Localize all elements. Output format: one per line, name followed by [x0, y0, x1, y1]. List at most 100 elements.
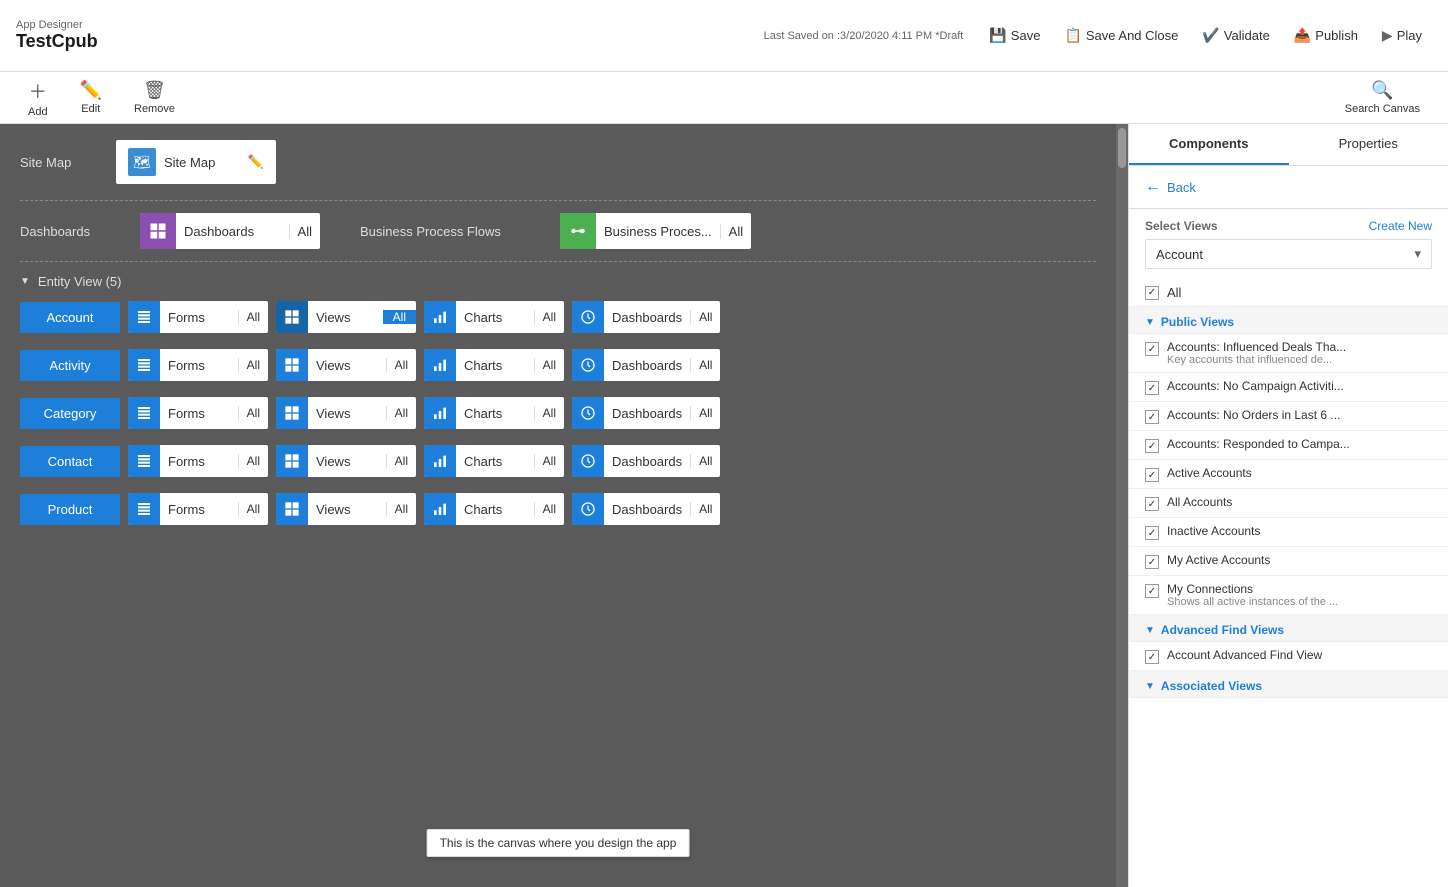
comp-all-views[interactable]: All	[386, 406, 416, 420]
view-item[interactable]: ✓ My Connections Shows all active instan…	[1129, 576, 1448, 615]
view-checkbox[interactable]: ✓	[1145, 381, 1159, 395]
comp-all-dashboards[interactable]: All	[690, 454, 720, 468]
save-button[interactable]: 💾 Save	[979, 23, 1050, 48]
public-views-header[interactable]: ▼ Public Views	[1129, 307, 1448, 334]
entity-account-views[interactable]: ViewsAll	[276, 301, 416, 333]
view-item[interactable]: ✓ Accounts: Responded to Campa...	[1129, 431, 1448, 460]
bpf-component[interactable]: Business Proces... All	[560, 213, 751, 249]
comp-all-dashboards[interactable]: All	[690, 406, 720, 420]
tab-components[interactable]: Components	[1129, 124, 1289, 165]
canvas-scrollbar[interactable]	[1116, 124, 1128, 887]
validate-button[interactable]: ✔️ Validate	[1192, 23, 1279, 48]
view-checkbox[interactable]: ✓	[1145, 650, 1159, 664]
entity-name-product[interactable]: Product	[20, 494, 120, 525]
views-dropdown[interactable]: Account ▾	[1145, 239, 1432, 269]
entity-account-forms[interactable]: FormsAll	[128, 301, 268, 333]
canvas-area[interactable]: Site Map 🗺 Site Map ✏️ Dashboards	[0, 124, 1116, 887]
view-checkbox[interactable]: ✓	[1145, 439, 1159, 453]
entity-product-forms[interactable]: FormsAll	[128, 493, 268, 525]
search-canvas-button[interactable]: 🔍 Search Canvas	[1333, 76, 1432, 119]
entity-view-header[interactable]: ▼ Entity View (5)	[20, 274, 1096, 289]
entity-category-views[interactable]: ViewsAll	[276, 397, 416, 429]
publish-label: Publish	[1315, 28, 1358, 43]
comp-all-charts[interactable]: All	[534, 406, 564, 420]
view-checkbox[interactable]: ✓	[1145, 410, 1159, 424]
bpf-all[interactable]: All	[720, 224, 751, 239]
entity-contact-views[interactable]: ViewsAll	[276, 445, 416, 477]
view-item[interactable]: ✓ Inactive Accounts	[1129, 518, 1448, 547]
entity-name-activity[interactable]: Activity	[20, 350, 120, 381]
remove-button[interactable]: 🗑 Remove	[122, 76, 187, 119]
entity-product-dashboards[interactable]: DashboardsAll	[572, 493, 720, 525]
view-item[interactable]: ✓ Active Accounts	[1129, 460, 1448, 489]
comp-name-dashboards: Dashboards	[604, 502, 690, 517]
publish-button[interactable]: 📤 Publish	[1284, 23, 1368, 48]
comp-all-charts[interactable]: All	[534, 310, 564, 324]
comp-all-forms[interactable]: All	[238, 454, 268, 468]
entity-product-charts[interactable]: ChartsAll	[424, 493, 564, 525]
back-button[interactable]: ← Back	[1129, 166, 1448, 209]
entity-name-category[interactable]: Category	[20, 398, 120, 429]
view-checkbox[interactable]: ✓	[1145, 468, 1159, 482]
view-item[interactable]: ✓ Account Advanced Find View	[1129, 642, 1448, 671]
comp-all-dashboards[interactable]: All	[690, 502, 720, 516]
play-button[interactable]: ▶ Play	[1372, 23, 1432, 48]
view-checkbox[interactable]: ✓	[1145, 555, 1159, 569]
dashboards-all[interactable]: All	[289, 224, 320, 239]
entity-product-views[interactable]: ViewsAll	[276, 493, 416, 525]
all-check-row[interactable]: ✓ All	[1129, 279, 1448, 307]
save-and-close-button[interactable]: 📋 Save And Close	[1054, 23, 1188, 48]
comp-all-charts[interactable]: All	[534, 502, 564, 516]
entity-category-charts[interactable]: ChartsAll	[424, 397, 564, 429]
view-item-name: My Connections	[1167, 582, 1432, 596]
entity-activity-views[interactable]: ViewsAll	[276, 349, 416, 381]
view-checkbox[interactable]: ✓	[1145, 497, 1159, 511]
comp-all-dashboards[interactable]: All	[690, 310, 720, 324]
view-item[interactable]: ✓ Accounts: No Orders in Last 6 ...	[1129, 402, 1448, 431]
view-checkbox[interactable]: ✓	[1145, 526, 1159, 540]
comp-all-views[interactable]: All	[383, 310, 416, 324]
comp-all-forms[interactable]: All	[238, 358, 268, 372]
all-checkbox[interactable]: ✓	[1145, 286, 1159, 300]
create-new-link[interactable]: Create New	[1369, 219, 1432, 233]
view-checkbox[interactable]: ✓	[1145, 584, 1159, 598]
edit-label: Edit	[81, 103, 100, 115]
entity-contact-dashboards[interactable]: DashboardsAll	[572, 445, 720, 477]
sitemap-item[interactable]: 🗺 Site Map ✏️	[116, 140, 276, 184]
view-checkbox[interactable]: ✓	[1145, 342, 1159, 356]
entity-contact-charts[interactable]: ChartsAll	[424, 445, 564, 477]
entity-activity-forms[interactable]: FormsAll	[128, 349, 268, 381]
tab-properties[interactable]: Properties	[1289, 124, 1448, 165]
entity-contact-forms[interactable]: FormsAll	[128, 445, 268, 477]
sitemap-edit-icon[interactable]: ✏️	[248, 154, 264, 170]
view-item-text: Accounts: No Campaign Activiti...	[1167, 379, 1432, 393]
entity-activity-charts[interactable]: ChartsAll	[424, 349, 564, 381]
view-item[interactable]: ✓ Accounts: No Campaign Activiti...	[1129, 373, 1448, 402]
entity-account-charts[interactable]: ChartsAll	[424, 301, 564, 333]
add-button[interactable]: ＋ Add	[16, 74, 60, 122]
associated-views-header[interactable]: ▼ Associated Views	[1129, 671, 1448, 698]
comp-all-views[interactable]: All	[386, 358, 416, 372]
view-item[interactable]: ✓ My Active Accounts	[1129, 547, 1448, 576]
edit-button[interactable]: ✏️ Edit	[68, 76, 114, 119]
comp-all-forms[interactable]: All	[238, 406, 268, 420]
view-item[interactable]: ✓ Accounts: Influenced Deals Tha... Key …	[1129, 334, 1448, 373]
entity-activity-dashboards[interactable]: DashboardsAll	[572, 349, 720, 381]
comp-all-charts[interactable]: All	[534, 454, 564, 468]
comp-all-forms[interactable]: All	[238, 310, 268, 324]
canvas-scroll-thumb[interactable]	[1118, 128, 1126, 168]
comp-all-views[interactable]: All	[386, 502, 416, 516]
entity-name-account[interactable]: Account	[20, 302, 120, 333]
entity-category-dashboards[interactable]: DashboardsAll	[572, 397, 720, 429]
comp-all-forms[interactable]: All	[238, 502, 268, 516]
view-item[interactable]: ✓ All Accounts	[1129, 489, 1448, 518]
comp-name-dashboards: Dashboards	[604, 406, 690, 421]
advanced-find-header[interactable]: ▼ Advanced Find Views	[1129, 615, 1448, 642]
comp-all-dashboards[interactable]: All	[690, 358, 720, 372]
comp-all-views[interactable]: All	[386, 454, 416, 468]
entity-category-forms[interactable]: FormsAll	[128, 397, 268, 429]
entity-account-dashboards[interactable]: DashboardsAll	[572, 301, 720, 333]
dashboards-component[interactable]: Dashboards All	[140, 213, 320, 249]
entity-name-contact[interactable]: Contact	[20, 446, 120, 477]
comp-all-charts[interactable]: All	[534, 358, 564, 372]
